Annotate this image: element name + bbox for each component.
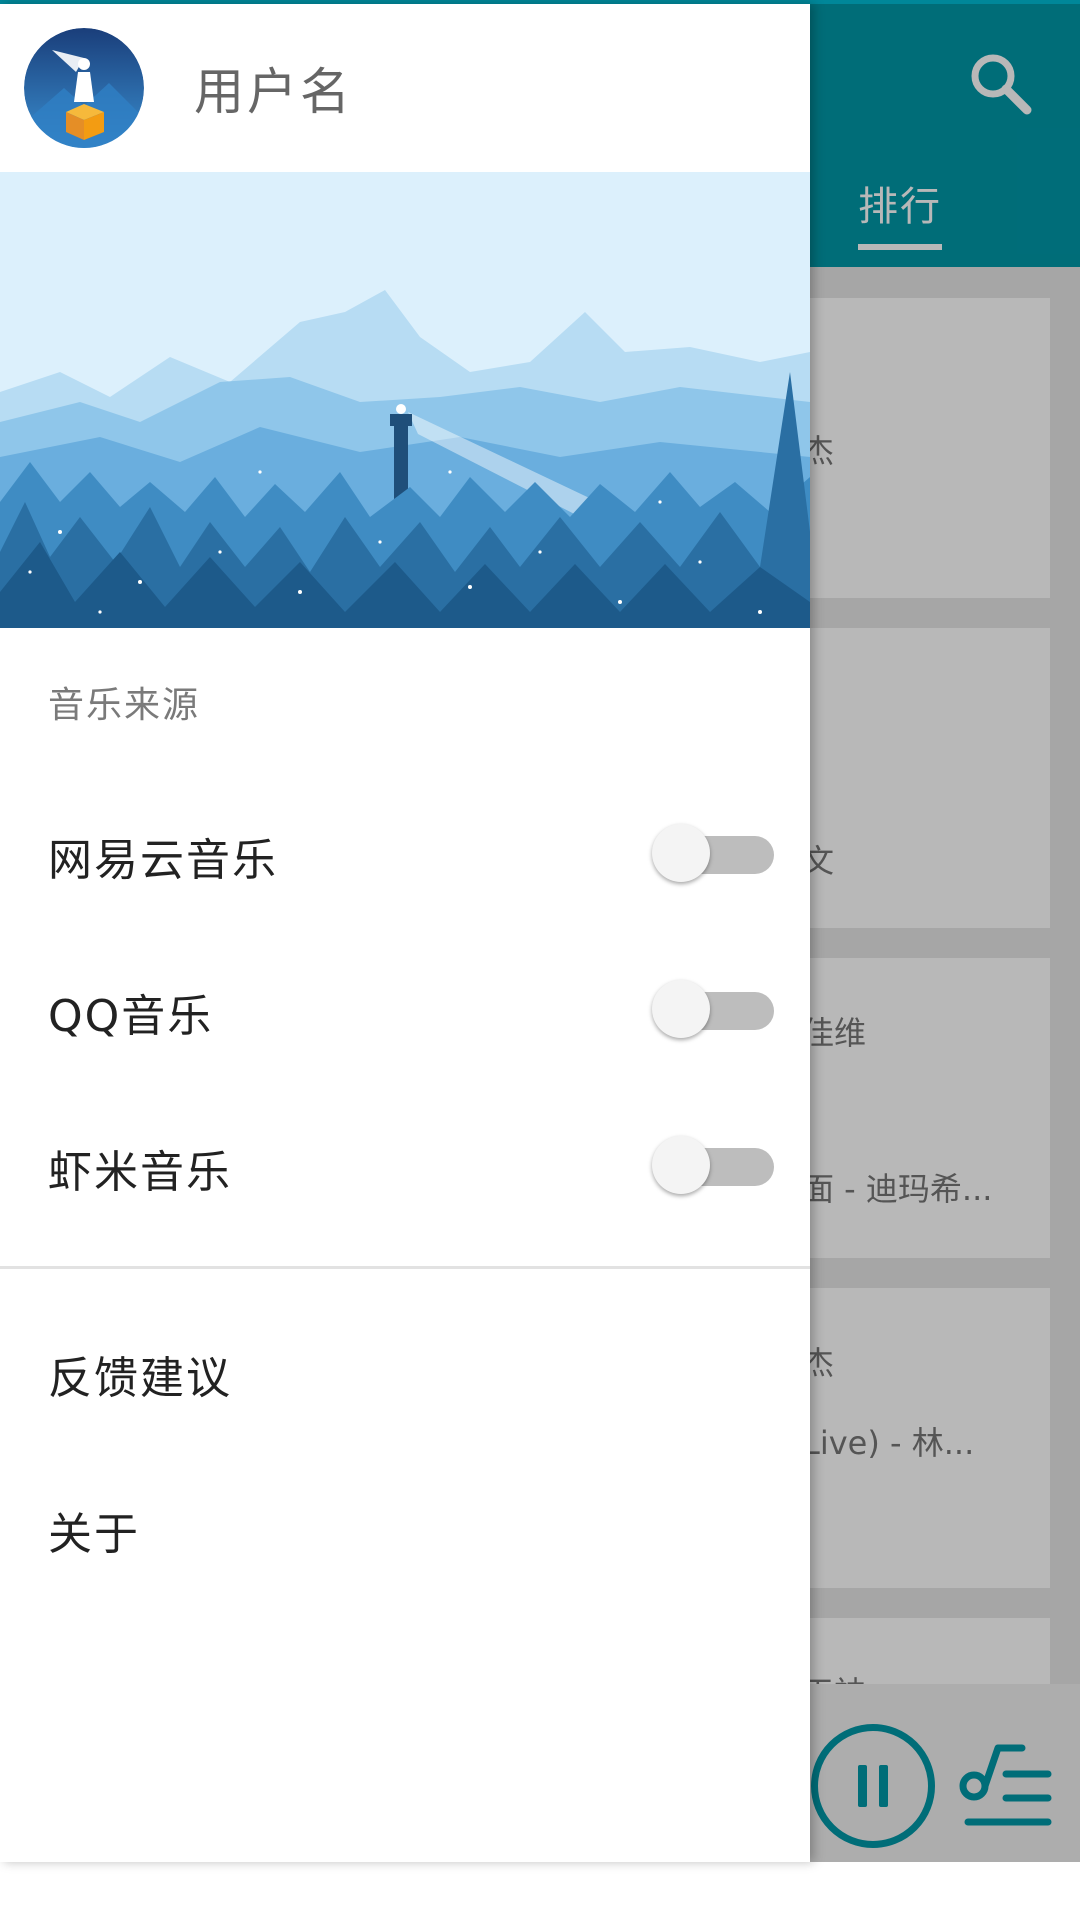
source-item-xiami[interactable]: 虾米音乐: [0, 1100, 810, 1230]
username[interactable]: 用户名: [194, 52, 353, 124]
navigation-drawer: 用户名 音乐来源 网易云音乐 QQ音乐 虾米音乐 反馈建议 关于: [0, 4, 810, 1862]
source-label: QQ音乐: [48, 991, 214, 1042]
menu-item-about[interactable]: 关于: [0, 1462, 810, 1592]
drawer-header: 用户名: [0, 4, 810, 172]
section-title-music-source: 音乐来源: [48, 685, 201, 726]
divider: [0, 1266, 810, 1269]
source-item-qq[interactable]: QQ音乐: [0, 944, 810, 1074]
source-label: 虾米音乐: [48, 1147, 232, 1198]
source-label: 网易云音乐: [48, 835, 278, 886]
header-banner-image: [0, 172, 810, 628]
about-label: 关于: [48, 1509, 140, 1560]
feedback-label: 反馈建议: [48, 1353, 232, 1404]
qq-toggle[interactable]: [652, 978, 774, 1040]
avatar[interactable]: [24, 28, 144, 148]
source-item-netease[interactable]: 网易云音乐: [0, 788, 810, 918]
menu-item-feedback[interactable]: 反馈建议: [0, 1306, 810, 1436]
netease-toggle[interactable]: [652, 822, 774, 884]
xiami-toggle[interactable]: [652, 1134, 774, 1196]
